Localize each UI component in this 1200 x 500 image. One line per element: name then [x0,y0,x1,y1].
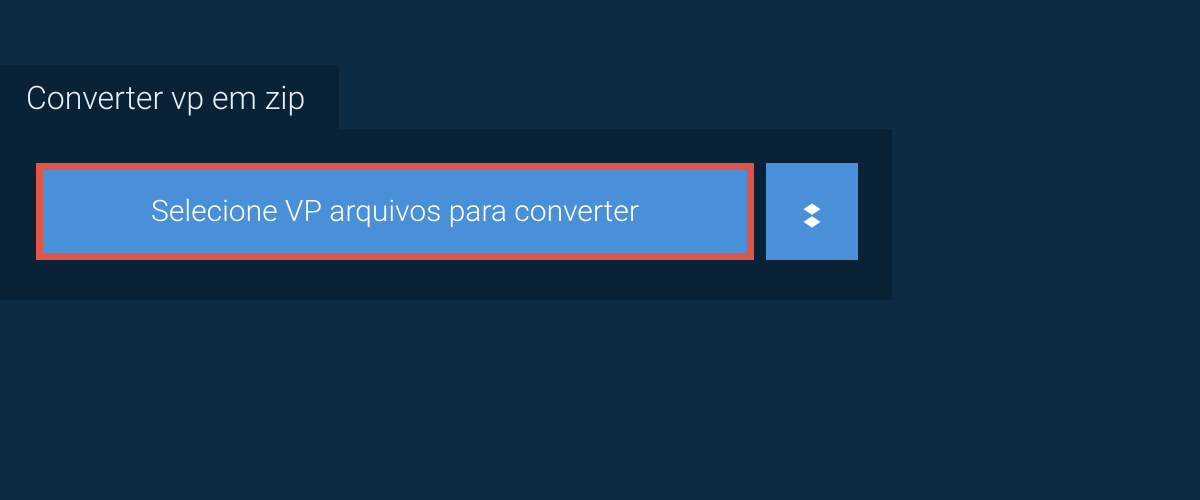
dropbox-icon [795,195,829,229]
converter-panel: Selecione VP arquivos para converter [0,129,892,300]
button-row: Selecione VP arquivos para converter [36,163,856,260]
dropbox-button[interactable] [766,163,858,260]
select-files-label: Selecione VP arquivos para converter [151,194,639,229]
tab-converter[interactable]: Converter vp em zip [0,65,339,133]
tab-title: Converter vp em zip [26,79,305,117]
tab-bar: Converter vp em zip [0,65,339,133]
select-files-button[interactable]: Selecione VP arquivos para converter [36,163,754,260]
